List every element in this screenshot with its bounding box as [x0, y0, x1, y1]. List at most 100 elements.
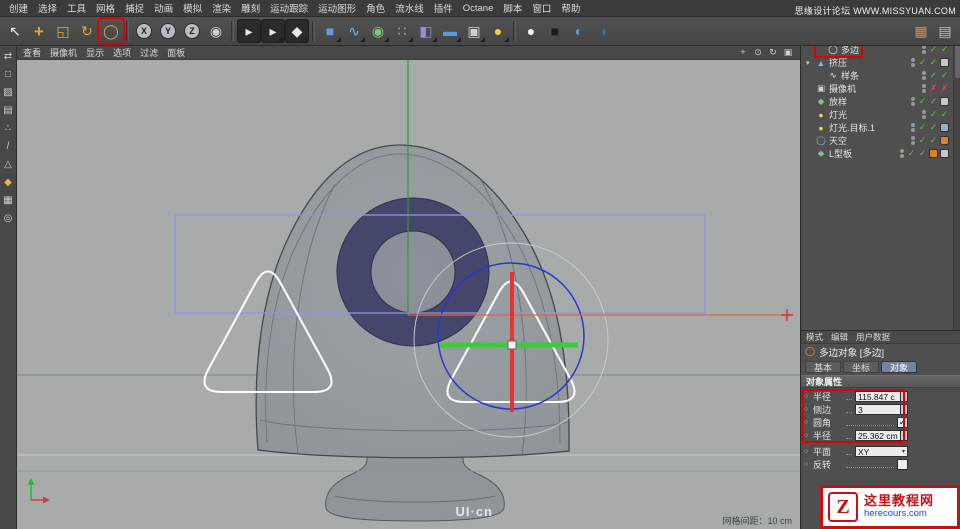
- layout-panel-icon[interactable]: ▦: [909, 19, 933, 43]
- enable-check-render[interactable]: ✓: [929, 135, 938, 146]
- viewport-menu-item[interactable]: 摄像机: [50, 46, 77, 59]
- floor-environment-icon[interactable]: ▬: [438, 19, 462, 43]
- number-value[interactable]: 3: [855, 404, 900, 415]
- object-row[interactable]: ◆ 放样 ✓ ✓: [801, 95, 953, 108]
- viewport-canvas[interactable]: UI·cn 网格间距：10 cm: [17, 60, 800, 529]
- keyframe-dot-icon[interactable]: ○: [804, 393, 813, 400]
- menu-item[interactable]: 角色: [361, 1, 390, 15]
- tag-icon[interactable]: [940, 58, 949, 67]
- display-mode-a-icon[interactable]: ◐: [567, 19, 591, 43]
- menu-item[interactable]: 插件: [429, 1, 458, 15]
- deformer-icon[interactable]: ◧: [414, 19, 438, 43]
- stepper-arrows[interactable]: ▲ ▼: [900, 404, 908, 415]
- axis-y-lock-button[interactable]: Y: [156, 19, 180, 43]
- checkbox[interactable]: ✓: [897, 459, 908, 470]
- scale-tool-icon[interactable]: ◱: [51, 19, 75, 43]
- tag-icon[interactable]: [940, 149, 949, 158]
- model-mode-icon[interactable]: □: [1, 67, 16, 82]
- torus-ring[interactable]: [336, 197, 490, 347]
- edges-mode-icon[interactable]: /: [1, 139, 16, 154]
- visibility-dots[interactable]: [922, 45, 926, 54]
- enable-snap-icon[interactable]: ◆: [1, 175, 16, 190]
- menu-item[interactable]: 帮助: [556, 1, 585, 15]
- visibility-dots[interactable]: [922, 84, 926, 93]
- number-input[interactable]: 115.847 c ▲ ▼: [855, 391, 908, 402]
- menu-item[interactable]: 脚本: [498, 1, 527, 15]
- menu-item[interactable]: 选择: [33, 1, 62, 15]
- tag-icon[interactable]: [940, 136, 949, 145]
- visibility-dots[interactable]: [911, 97, 915, 106]
- enable-check-render[interactable]: ✓: [918, 148, 927, 159]
- menu-item[interactable]: 网格: [91, 1, 120, 15]
- menu-item[interactable]: 雕刻: [236, 1, 265, 15]
- object-row[interactable]: ◆ L型板 ✓ ✓: [801, 147, 953, 160]
- coordinate-system-icon[interactable]: ◉: [204, 19, 228, 43]
- plane-dropdown[interactable]: XY ▾: [855, 446, 908, 457]
- enable-check-render[interactable]: ✗: [940, 83, 949, 94]
- axis-x-lock-button[interactable]: X: [132, 19, 156, 43]
- enable-check-editor[interactable]: ✓: [907, 148, 916, 159]
- render-settings-icon[interactable]: ◆: [285, 19, 309, 43]
- layout-grid-icon[interactable]: ▤: [933, 19, 957, 43]
- gizmo-center-handle[interactable]: [507, 340, 517, 350]
- menu-item[interactable]: 流水线: [390, 1, 429, 15]
- render-view-icon[interactable]: ▸: [237, 19, 261, 43]
- maximize-view-icon[interactable]: ▣: [782, 47, 794, 58]
- rotate-view-icon[interactable]: ↻: [767, 47, 779, 58]
- display-mode-b-icon[interactable]: ◑: [591, 19, 615, 43]
- menu-item[interactable]: 窗口: [527, 1, 556, 15]
- expand-arrow-icon[interactable]: ▾: [806, 59, 813, 67]
- visibility-dots[interactable]: [922, 71, 926, 80]
- pan-view-icon[interactable]: +: [737, 47, 749, 58]
- attribute-menu-item[interactable]: 模式: [806, 331, 823, 343]
- object-row[interactable]: ◯ 天空 ✓ ✓: [801, 134, 953, 147]
- enable-check-editor[interactable]: ✓: [929, 109, 938, 120]
- workplane-mode-icon[interactable]: ▤: [1, 103, 16, 118]
- array-generator-icon[interactable]: ∷: [390, 19, 414, 43]
- recent-tool-nside-icon[interactable]: ◯: [99, 19, 123, 43]
- enable-check-render[interactable]: ✓: [940, 109, 949, 120]
- checkbox[interactable]: ✓: [897, 417, 908, 428]
- display-gouraud-icon[interactable]: ●: [519, 19, 543, 43]
- menu-item[interactable]: 运动图形: [313, 1, 361, 15]
- attribute-tab[interactable]: 坐标: [843, 361, 880, 373]
- stepper-arrows[interactable]: ▲ ▼: [900, 391, 908, 402]
- enable-check-editor[interactable]: ✓: [918, 96, 927, 107]
- move-tool-icon[interactable]: +: [27, 19, 51, 43]
- viewport-menu-item[interactable]: 显示: [86, 46, 104, 59]
- object-row[interactable]: ▾ ▲ 挤压 ✓ ✓: [801, 56, 953, 69]
- visibility-dots[interactable]: [911, 58, 915, 67]
- enable-check-editor[interactable]: ✓: [918, 57, 927, 68]
- enable-check-editor[interactable]: ✓: [918, 122, 927, 133]
- number-input[interactable]: 25.362 cm ▲ ▼: [855, 430, 908, 441]
- menu-item[interactable]: 捕捉: [120, 1, 149, 15]
- number-value[interactable]: 115.847 c: [855, 391, 900, 402]
- spline-pen-icon[interactable]: ∿: [342, 19, 366, 43]
- attribute-menu-item[interactable]: 用户数据: [856, 331, 890, 343]
- enable-check-render[interactable]: ✓: [929, 96, 938, 107]
- keyframe-dot-icon[interactable]: ○: [804, 432, 813, 439]
- viewport-menu-item[interactable]: 过滤: [140, 46, 158, 59]
- object-row[interactable]: ▣ 摄像机 ✗ ✗: [801, 82, 953, 95]
- keyframe-dot-icon[interactable]: ○: [804, 419, 813, 426]
- viewport-menu-item[interactable]: 面板: [167, 46, 185, 59]
- enable-check-editor[interactable]: ✓: [929, 70, 938, 81]
- visibility-dots[interactable]: [911, 136, 915, 145]
- object-manager-scrollbar[interactable]: [953, 30, 960, 330]
- primitive-cube-icon[interactable]: ■: [318, 19, 342, 43]
- isolate-view-icon[interactable]: ◎: [1, 211, 16, 226]
- visibility-dots[interactable]: [922, 110, 926, 119]
- subdivision-surface-icon[interactable]: ◉: [366, 19, 390, 43]
- tag-icon[interactable]: [929, 149, 938, 158]
- tag-icon[interactable]: [940, 97, 949, 106]
- enable-check-render[interactable]: ✓: [929, 122, 938, 133]
- object-row[interactable]: ● 灯光.目标.1 ✓ ✓: [801, 121, 953, 134]
- enable-check-editor[interactable]: ✗: [929, 83, 938, 94]
- attribute-menu-item[interactable]: 编辑: [831, 331, 848, 343]
- enable-check-editor[interactable]: ✓: [918, 135, 927, 146]
- number-input[interactable]: 3 ▲ ▼: [855, 404, 908, 415]
- keyframe-dot-icon[interactable]: ○: [804, 448, 813, 455]
- polygons-mode-icon[interactable]: △: [1, 157, 16, 172]
- keyframe-dot-icon[interactable]: ○: [804, 406, 813, 413]
- menu-item[interactable]: 渲染: [207, 1, 236, 15]
